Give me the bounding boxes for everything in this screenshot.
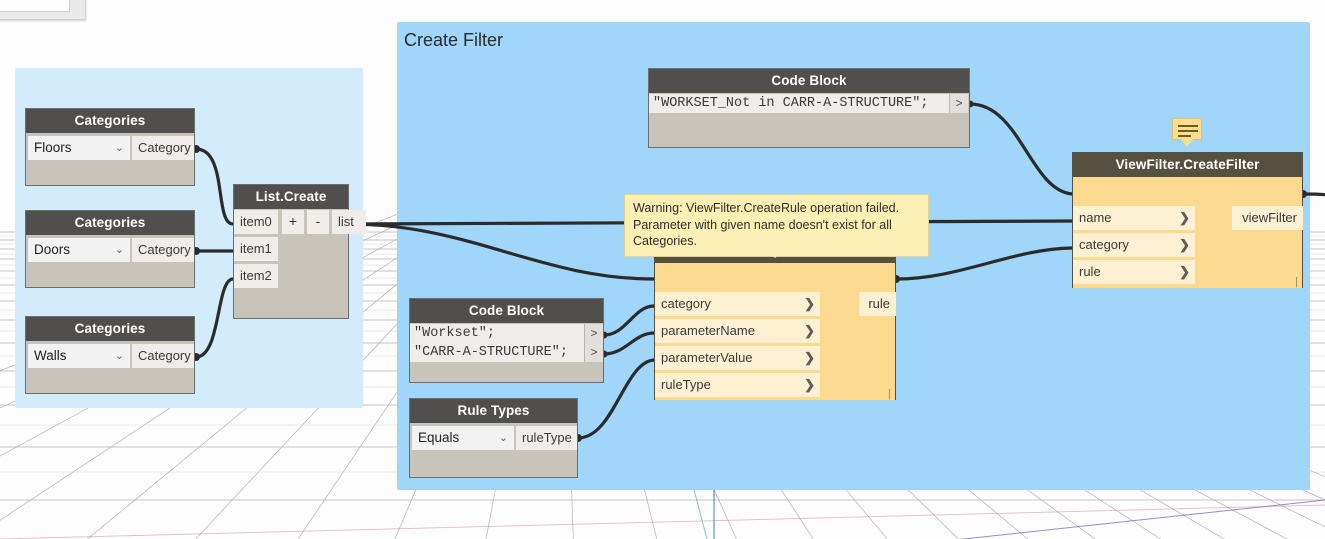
node-title: Categories xyxy=(26,109,194,133)
node-list-create[interactable]: List.Create item0 item1 item2 + - list xyxy=(233,184,366,319)
node-title: List.Create xyxy=(234,185,348,209)
warning-line-0: Warning: ViewFilter.CreateRule operation… xyxy=(633,201,900,215)
categories-dropdown-walls[interactable]: Walls ⌄ xyxy=(27,343,131,369)
output-port-1[interactable]: > xyxy=(584,343,603,362)
node-viewfilter-createfilter[interactable]: ViewFilter.CreateFilter name ❯ category … xyxy=(1072,152,1303,288)
node-info-badge-tail xyxy=(1181,139,1193,147)
dropdown-value: Floors xyxy=(34,140,72,155)
node-title: Rule Types xyxy=(410,399,577,423)
node-categories-doors[interactable]: Categories Doors ⌄ Category xyxy=(25,210,195,288)
input-port-item2[interactable]: item2 xyxy=(234,264,278,288)
chevron-right-icon: ❯ xyxy=(804,296,815,311)
node-code-block-top[interactable]: Code Block "WORKSET_Not in CARR-A-STRUCT… xyxy=(648,68,970,148)
input-port-item0[interactable]: item0 xyxy=(234,210,278,234)
output-port-ruletype[interactable]: ruleType xyxy=(516,426,577,450)
chevron-right-icon: ❯ xyxy=(1179,210,1190,225)
output-port-viewfilter[interactable]: viewFilter xyxy=(1232,206,1303,230)
chevron-right-icon: ❯ xyxy=(804,350,815,365)
warning-line-2: Categories. xyxy=(633,234,697,248)
node-title: ViewFilter.CreateFilter xyxy=(1073,153,1302,177)
input-port-parametervalue[interactable]: parameterValue ❯ xyxy=(655,346,820,370)
chevron-down-icon: ⌄ xyxy=(114,142,124,154)
output-port-rule[interactable]: rule xyxy=(859,292,896,316)
categories-dropdown-floors[interactable]: Floors ⌄ xyxy=(27,135,131,161)
node-title: Categories xyxy=(26,211,194,235)
warning-tooltip: Warning: ViewFilter.CreateRule operation… xyxy=(624,194,929,257)
output-port-list[interactable]: list xyxy=(332,210,366,234)
node-code-block-bottom[interactable]: Code Block "Workset"; > "CARR-A-STRUCTUR… xyxy=(409,298,604,383)
chevron-down-icon: ⌄ xyxy=(114,244,124,256)
node-info-badge[interactable] xyxy=(1172,118,1202,140)
code-line-0[interactable]: "WORKSET_Not in CARR-A-STRUCTURE"; xyxy=(649,94,949,113)
code-line-1[interactable]: "CARR-A-STRUCTURE"; xyxy=(410,343,584,362)
code-line-0[interactable]: "Workset"; xyxy=(410,324,584,343)
dropdown-value: Walls xyxy=(34,348,67,363)
chevron-right-icon: ❯ xyxy=(1179,264,1190,279)
chevron-right-icon: ❯ xyxy=(804,377,815,392)
input-port-name[interactable]: name ❯ xyxy=(1073,206,1195,230)
remove-input-button[interactable]: - xyxy=(307,210,329,234)
output-port-category[interactable]: Category xyxy=(132,238,194,262)
chevron-right-icon: ❯ xyxy=(1179,237,1190,252)
input-port-category[interactable]: category ❯ xyxy=(655,292,820,316)
warning-tooltip-arrow xyxy=(766,249,784,258)
output-port-0[interactable]: > xyxy=(584,324,603,343)
resize-grip[interactable]: | xyxy=(1295,277,1298,288)
chevron-down-icon: ⌄ xyxy=(498,432,508,444)
categories-dropdown-doors[interactable]: Doors ⌄ xyxy=(27,237,131,263)
node-categories-floors[interactable]: Categories Floors ⌄ Category xyxy=(25,108,195,186)
input-port-ruletype[interactable]: ruleType ❯ xyxy=(655,373,820,397)
group-create-filter-title: Create Filter xyxy=(404,30,504,50)
rule-types-dropdown[interactable]: Equals ⌄ xyxy=(411,425,515,451)
dropdown-value: Equals xyxy=(418,430,460,445)
badge-line-1 xyxy=(1178,125,1198,127)
resize-grip[interactable]: | xyxy=(888,389,891,400)
node-viewfilter-createrule[interactable]: ViewFilter.CreateRule category ❯ paramet… xyxy=(654,238,896,400)
badge-line-3 xyxy=(1178,135,1191,137)
output-port-category[interactable]: Category xyxy=(132,344,194,368)
output-port-0[interactable]: > xyxy=(949,94,968,113)
input-port-rule[interactable]: rule ❯ xyxy=(1073,260,1195,284)
chevron-down-icon: ⌄ xyxy=(114,350,124,362)
node-rule-types[interactable]: Rule Types Equals ⌄ ruleType xyxy=(409,398,578,478)
dynamo-graph-canvas[interactable]: Create Filter Categories Floors ⌄ Catego… xyxy=(0,0,1325,539)
badge-line-2 xyxy=(1178,130,1198,132)
chevron-right-icon: ❯ xyxy=(804,323,815,338)
node-categories-walls[interactable]: Categories Walls ⌄ Category xyxy=(25,316,195,394)
window-chrome-tab[interactable] xyxy=(0,0,70,12)
input-port-item1[interactable]: item1 xyxy=(234,237,278,261)
add-input-button[interactable]: + xyxy=(282,210,304,234)
input-port-category[interactable]: category ❯ xyxy=(1073,233,1195,257)
node-title: Code Block xyxy=(410,299,603,323)
dropdown-value: Doors xyxy=(34,242,71,257)
output-port-category[interactable]: Category xyxy=(132,136,194,160)
node-title: Code Block xyxy=(649,69,969,93)
warning-line-1: Parameter with given name doesn't exist … xyxy=(633,217,892,232)
input-port-parametername[interactable]: parameterName ❯ xyxy=(655,319,820,343)
node-title: Categories xyxy=(26,317,194,341)
